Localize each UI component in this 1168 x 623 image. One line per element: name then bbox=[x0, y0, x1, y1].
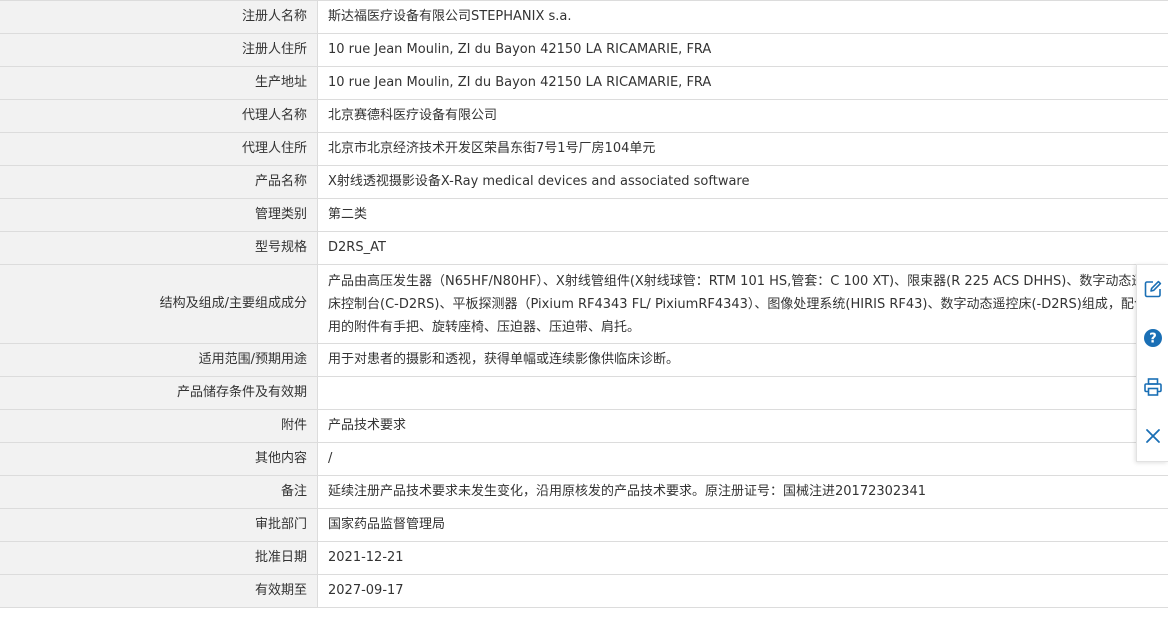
table-row: 注册人名称 斯达福医疗设备有限公司STEPHANIX s.a. bbox=[0, 0, 1168, 34]
table-row: 适用范围/预期用途 用于对患者的摄影和透视，获得单幅或连续影像供临床诊断。 bbox=[0, 343, 1168, 377]
table-row: 批准日期 2021-12-21 bbox=[0, 541, 1168, 575]
field-value: 10 rue Jean Moulin, ZI du Bayon 42150 LA… bbox=[317, 66, 1168, 100]
field-label: 产品储存条件及有效期 bbox=[0, 376, 318, 410]
field-label: 其他内容 bbox=[0, 442, 318, 476]
field-value: X射线透视摄影设备X-Ray medical devices and assoc… bbox=[317, 165, 1168, 199]
floating-toolbar: ? bbox=[1136, 264, 1168, 462]
field-value: 产品技术要求 bbox=[317, 409, 1168, 443]
field-value: 产品由高压发生器（N65HF/N80HF）、X射线管组件(X射线球管：RTM 1… bbox=[317, 264, 1168, 344]
table-row: 其他内容 / bbox=[0, 442, 1168, 476]
field-label: 代理人住所 bbox=[0, 132, 318, 166]
edit-button[interactable] bbox=[1141, 277, 1165, 301]
field-label: 注册人名称 bbox=[0, 0, 318, 34]
registration-detail-table: 注册人名称 斯达福医疗设备有限公司STEPHANIX s.a. 注册人住所 10… bbox=[0, 0, 1168, 608]
field-value: 用于对患者的摄影和透视，获得单幅或连续影像供临床诊断。 bbox=[317, 343, 1168, 377]
field-label: 结构及组成/主要组成成分 bbox=[0, 264, 318, 344]
help-icon: ? bbox=[1144, 329, 1162, 347]
field-label: 代理人名称 bbox=[0, 99, 318, 133]
table-row: 备注 延续注册产品技术要求未发生变化，沿用原核发的产品技术要求。原注册证号：国械… bbox=[0, 475, 1168, 509]
field-value: D2RS_AT bbox=[317, 231, 1168, 265]
field-value: 北京市北京经济技术开发区荣昌东街7号1号厂房104单元 bbox=[317, 132, 1168, 166]
table-row: 注册人住所 10 rue Jean Moulin, ZI du Bayon 42… bbox=[0, 33, 1168, 67]
field-label: 生产地址 bbox=[0, 66, 318, 100]
table-row: 产品储存条件及有效期 bbox=[0, 376, 1168, 410]
field-label: 有效期至 bbox=[0, 574, 318, 608]
table-row: 生产地址 10 rue Jean Moulin, ZI du Bayon 421… bbox=[0, 66, 1168, 100]
table-row: 产品名称 X射线透视摄影设备X-Ray medical devices and … bbox=[0, 165, 1168, 199]
table-row: 代理人住所 北京市北京经济技术开发区荣昌东街7号1号厂房104单元 bbox=[0, 132, 1168, 166]
field-label: 附件 bbox=[0, 409, 318, 443]
field-value: 第二类 bbox=[317, 198, 1168, 232]
field-label: 适用范围/预期用途 bbox=[0, 343, 318, 377]
field-value: 延续注册产品技术要求未发生变化，沿用原核发的产品技术要求。原注册证号：国械注进2… bbox=[317, 475, 1168, 509]
field-value: 2027-09-17 bbox=[317, 574, 1168, 608]
close-icon bbox=[1146, 429, 1160, 443]
print-icon bbox=[1144, 378, 1162, 396]
field-value: 国家药品监督管理局 bbox=[317, 508, 1168, 542]
edit-icon bbox=[1144, 280, 1162, 298]
field-label: 型号规格 bbox=[0, 231, 318, 265]
table-row: 审批部门 国家药品监督管理局 bbox=[0, 508, 1168, 542]
field-value: 斯达福医疗设备有限公司STEPHANIX s.a. bbox=[317, 0, 1168, 34]
field-label: 备注 bbox=[0, 475, 318, 509]
field-value bbox=[317, 376, 1168, 410]
print-button[interactable] bbox=[1141, 375, 1165, 399]
table-row: 管理类别 第二类 bbox=[0, 198, 1168, 232]
table-row: 附件 产品技术要求 bbox=[0, 409, 1168, 443]
table-row: 代理人名称 北京赛德科医疗设备有限公司 bbox=[0, 99, 1168, 133]
table-row: 型号规格 D2RS_AT bbox=[0, 231, 1168, 265]
svg-text:?: ? bbox=[1149, 332, 1157, 347]
table-row: 结构及组成/主要组成成分 产品由高压发生器（N65HF/N80HF）、X射线管组… bbox=[0, 264, 1168, 344]
field-value: 北京赛德科医疗设备有限公司 bbox=[317, 99, 1168, 133]
field-label: 注册人住所 bbox=[0, 33, 318, 67]
field-label: 批准日期 bbox=[0, 541, 318, 575]
field-value: 10 rue Jean Moulin, ZI du Bayon 42150 LA… bbox=[317, 33, 1168, 67]
close-button[interactable] bbox=[1141, 424, 1165, 448]
help-button[interactable]: ? bbox=[1141, 326, 1165, 350]
field-label: 审批部门 bbox=[0, 508, 318, 542]
table-row: 有效期至 2027-09-17 bbox=[0, 574, 1168, 608]
field-label: 产品名称 bbox=[0, 165, 318, 199]
field-label: 管理类别 bbox=[0, 198, 318, 232]
field-value: / bbox=[317, 442, 1168, 476]
field-value: 2021-12-21 bbox=[317, 541, 1168, 575]
